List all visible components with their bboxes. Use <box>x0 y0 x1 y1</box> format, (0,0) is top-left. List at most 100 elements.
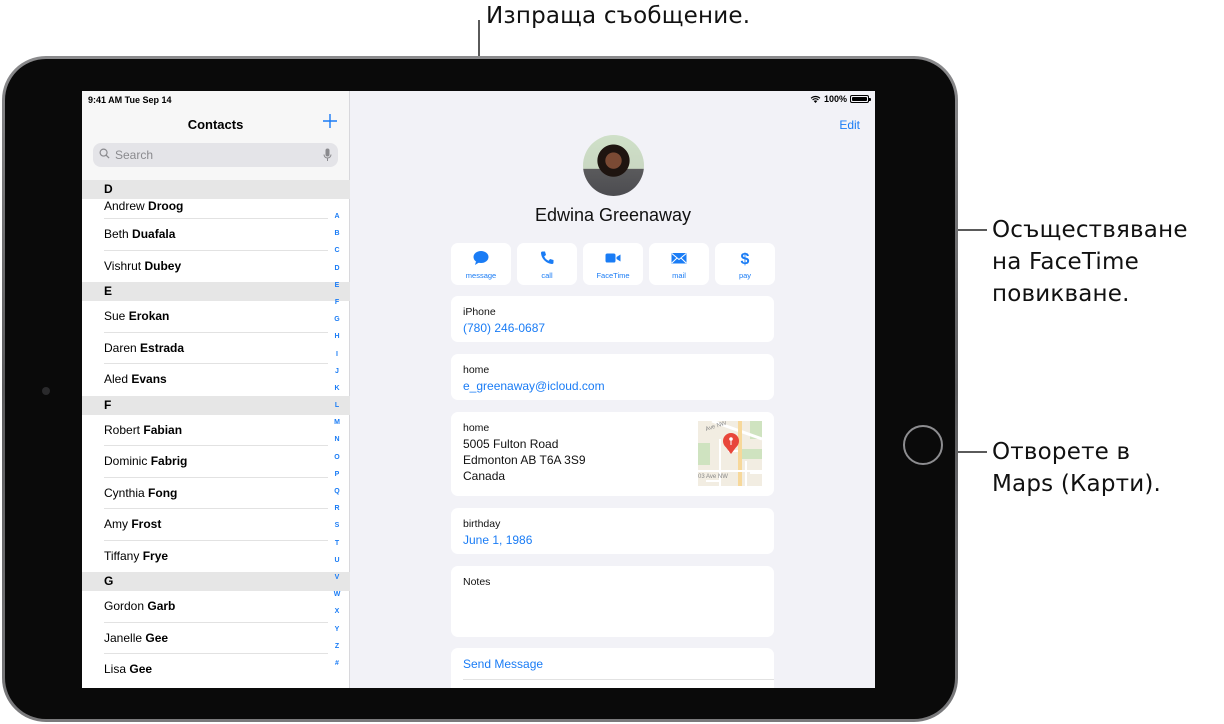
index-letter[interactable]: W <box>331 586 343 603</box>
index-letter[interactable]: U <box>331 552 343 569</box>
section-header-e: E <box>82 282 350 301</box>
index-letter[interactable]: C <box>331 242 343 259</box>
contact-row[interactable]: Cynthia Fong <box>82 478 350 509</box>
facetime-button[interactable]: FaceTime <box>583 243 643 285</box>
contact-row[interactable]: Amy Frost <box>82 509 350 541</box>
callout-facetime-line-3: повикване. <box>992 281 1130 307</box>
callout-send-message: Изпраща съобщение. <box>486 3 751 29</box>
index-letter[interactable]: V <box>331 569 343 586</box>
index-letter[interactable]: Y <box>331 621 343 638</box>
microphone-icon[interactable] <box>323 148 332 162</box>
index-letter[interactable]: B <box>331 225 343 242</box>
section-header-g: G <box>82 572 350 591</box>
index-letter[interactable]: X <box>331 603 343 620</box>
notes-card[interactable]: Notes <box>451 566 774 637</box>
contact-last-name: Droog <box>148 199 184 213</box>
index-letter[interactable]: M <box>331 414 343 431</box>
callout-maps-line-1: Отворете в <box>992 439 1131 465</box>
index-letter[interactable]: D <box>331 260 343 277</box>
index-letter[interactable]: N <box>331 431 343 448</box>
contact-last-name: Fabrig <box>150 454 188 468</box>
contact-row[interactable]: Sue Erokan <box>82 301 350 333</box>
index-letter[interactable]: T <box>331 535 343 552</box>
home-button[interactable] <box>903 425 943 465</box>
pay-button[interactable]: $ pay <box>715 243 775 285</box>
contact-last-name: Estrada <box>140 340 185 355</box>
contact-last-name: Frye <box>142 548 169 563</box>
section-index[interactable]: A B C D E F G H I J K L M N O P Q R S T U V W X Y Z # <box>331 208 343 672</box>
video-camera-icon <box>605 253 621 263</box>
birthday-value[interactable]: June 1, 1986 <box>463 533 532 547</box>
contact-row[interactable]: Tiffany Frye <box>82 541 350 573</box>
map-thumbnail[interactable]: Ave NW 03 Ave NW <box>698 421 762 486</box>
contact-row[interactable]: Daren Estrada <box>82 333 350 364</box>
contact-row[interactable]: Andrew Droog <box>82 199 350 219</box>
index-letter[interactable]: Z <box>331 638 343 655</box>
send-message-link[interactable]: Send Message <box>463 657 543 671</box>
index-letter[interactable]: E <box>331 277 343 294</box>
email-card[interactable]: home e_greenaway@icloud.com <box>451 354 774 400</box>
index-letter[interactable]: F <box>331 294 343 311</box>
separator <box>463 679 774 680</box>
contact-first-name: Daren <box>104 340 137 355</box>
index-letter[interactable]: A <box>331 208 343 225</box>
search-icon <box>99 148 110 159</box>
contact-row[interactable]: Lisa Gee <box>82 654 350 686</box>
index-letter[interactable]: G <box>331 311 343 328</box>
front-camera <box>42 387 50 395</box>
contact-row[interactable]: Dominic Fabrig <box>82 446 350 478</box>
index-letter[interactable]: K <box>331 380 343 397</box>
message-label: message <box>465 271 497 280</box>
plus-icon <box>323 114 337 128</box>
birthday-card: birthday June 1, 1986 <box>451 508 774 554</box>
message-bubble-icon <box>473 251 489 265</box>
callout-maps-line-2: Maps (Карти). <box>992 471 1162 497</box>
index-letter[interactable]: O <box>331 449 343 466</box>
contact-row[interactable]: Gordon Garb <box>82 591 350 623</box>
phone-icon <box>541 251 554 264</box>
call-button[interactable]: call <box>517 243 577 285</box>
map-street-2: 03 Ave NW <box>698 474 728 480</box>
contact-row[interactable]: Beth Duafala <box>82 219 350 251</box>
contact-list: D Andrew Droog Beth Duafala Vishrut Dubey E S… <box>82 180 350 686</box>
message-button[interactable]: message <box>451 243 511 285</box>
add-contact-button[interactable] <box>321 112 339 130</box>
index-letter[interactable]: I <box>331 346 343 363</box>
email-address[interactable]: e_greenaway@icloud.com <box>463 379 605 393</box>
index-letter[interactable]: P <box>331 466 343 483</box>
index-letter[interactable]: L <box>331 397 343 414</box>
address-line-3: Canada <box>463 469 506 483</box>
contact-first-name: Aled <box>104 372 129 386</box>
callout-maps: Отворете в Maps (Карти). <box>992 436 1161 500</box>
contact-last-name: Erokan <box>128 309 170 323</box>
callout-facetime: Осъществяване на FaceTime повикване. <box>992 214 1188 310</box>
birthday-label: birthday <box>463 518 501 530</box>
index-letter[interactable]: Q <box>331 483 343 500</box>
contact-last-name: Duafala <box>132 227 176 241</box>
phone-card[interactable]: iPhone (780) 246-0687 <box>451 296 774 342</box>
contact-detail: Edit Edwina Greenaway message call FaceT… <box>351 91 875 688</box>
search-placeholder: Search <box>115 148 154 162</box>
contact-first-name: Tiffany <box>104 548 140 563</box>
address-line-1: 5005 Fulton Road <box>463 437 559 451</box>
address-card[interactable]: home 5005 Fulton Road Edmonton AB T6A 3S… <box>451 412 774 496</box>
dollar-icon: $ <box>741 251 750 266</box>
contact-row[interactable]: Janelle Gee <box>82 623 350 654</box>
index-letter[interactable]: J <box>331 363 343 380</box>
index-letter[interactable]: S <box>331 517 343 534</box>
sidebar-title: Contacts <box>187 117 244 132</box>
edit-button[interactable]: Edit <box>839 118 860 132</box>
phone-number[interactable]: (780) 246-0687 <box>463 321 545 335</box>
search-field[interactable]: Search <box>93 143 338 167</box>
mail-button[interactable]: mail <box>649 243 709 285</box>
index-letter[interactable]: R <box>331 500 343 517</box>
index-letter[interactable]: H <box>331 328 343 345</box>
contact-row[interactable]: Robert Fabian <box>82 415 350 446</box>
contact-first-name: Gordon <box>104 599 145 613</box>
contact-row[interactable]: Aled Evans <box>82 364 350 396</box>
contact-first-name: Sue <box>104 309 126 323</box>
actions-card: Send Message <box>451 648 774 688</box>
contact-row[interactable]: Vishrut Dubey <box>82 251 350 283</box>
contact-first-name: Dominic <box>104 454 148 468</box>
index-letter[interactable]: # <box>331 655 343 672</box>
